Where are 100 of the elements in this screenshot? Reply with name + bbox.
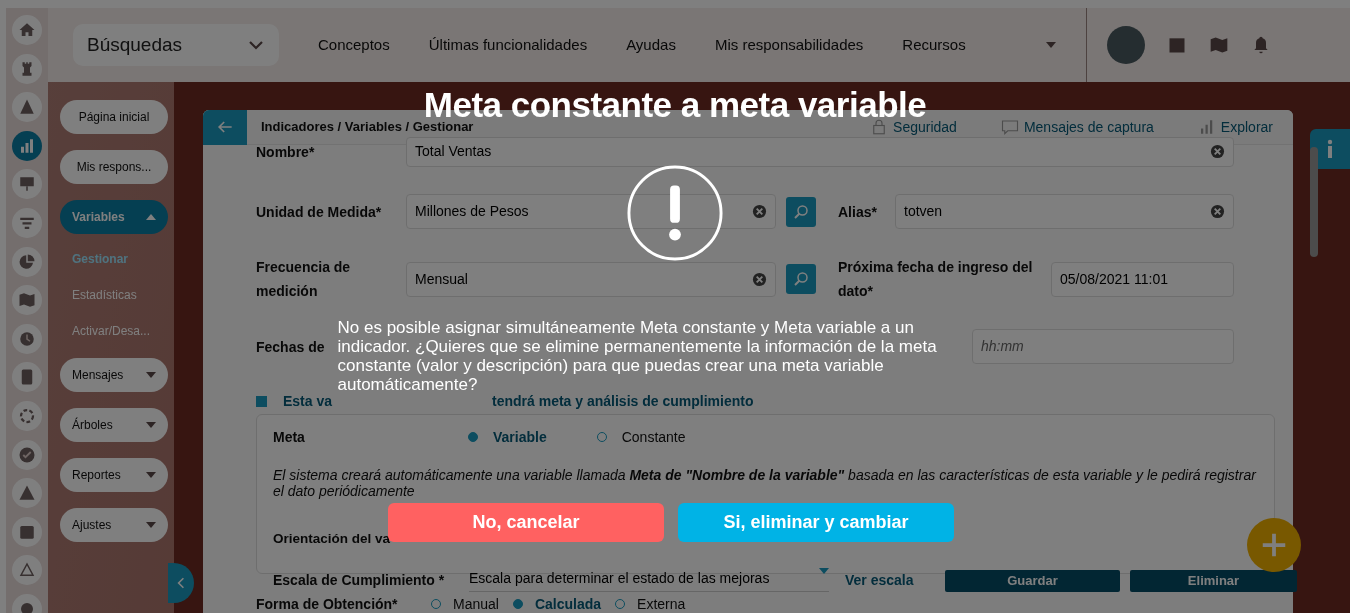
field-label: Próxima fecha de ingreso del dato* [838,259,1033,299]
description-text: El sistema creará automáticamente una variable llamada Meta de "Nombre de la variable" basada en las características de esta variable y le pedirá registrar el dato periódicamente [273,467,1258,499]
submenu-item[interactable]: Activar/Desa... [60,322,151,340]
menu-group[interactable]: Reportes [60,458,168,492]
collapse-button[interactable] [168,563,194,603]
menu-group[interactable]: Mensajes [60,358,168,392]
menu-group[interactable]: Árboles [60,408,168,442]
clear-icon [1210,204,1225,219]
nav-icon-button[interactable] [12,246,42,277]
field-label: Forma de Obtención* [256,596,398,612]
save-button[interactable]: Guardar [945,570,1120,592]
nav-icon-button[interactable] [12,323,42,354]
info-icon [1325,139,1335,159]
message-icon [1000,118,1019,136]
input-field[interactable]: hh:mm [972,329,1234,364]
delete-button[interactable]: Eliminar [1130,570,1297,592]
nav-icon-button[interactable] [12,130,42,161]
clear-icon [752,271,767,287]
house-icon [18,21,36,39]
map-icon[interactable] [1208,35,1229,55]
caret-down-icon [146,422,156,428]
dialog-message: No es posible asignar simultáneamente Meta constante y Meta variable a un indicador. ¿Quieres que se elimine permanentemente la información de la meta constante (valor y descripción) para que puedas crear una meta variable automáticamente? [337,318,938,394]
nav-icon-button[interactable] [12,92,42,123]
field-label: Orientación del va [273,531,391,546]
nav-icon-button[interactable] [12,285,42,316]
checkbox-label: tendrá meta y análisis de cumplimiento [492,392,754,411]
breadcrumb: Indicadores / Variables / Gestionar [261,118,475,137]
radio-label: Constante [621,427,686,447]
radio-label: Calculada [534,594,602,613]
field-label: Fechas de [256,338,325,355]
nav-icon-button[interactable] [12,169,42,200]
pie-chart-icon [18,252,36,271]
submenu-item[interactable]: Estadísticas [60,286,137,304]
map-icon [18,291,36,310]
radio-button[interactable] [468,432,478,442]
input-field[interactable]: 05/08/2021 11:01 [1051,261,1234,297]
menu-item[interactable]: Mis respons... [60,150,168,184]
nav-icon-button[interactable] [12,15,42,45]
check-circle-icon [18,445,36,464]
scrollbar-thumb[interactable] [1310,147,1318,257]
radio-label: Variable [493,427,547,447]
chevron-left-icon [177,576,185,590]
menu-group[interactable]: Variables [60,200,168,234]
nav-link[interactable]: Mis responsabilidades [714,33,864,57]
exclamation-circle-icon [626,164,724,262]
lookup-button[interactable] [786,264,816,294]
nav-icon-button[interactable] [12,555,42,586]
clear-icon [752,204,767,219]
checkbox-label: Esta va [283,392,333,411]
nav-link[interactable]: Ayudas [626,33,676,57]
field-label: Meta [273,429,305,445]
caret-down-icon [146,472,156,478]
caret-down-icon [146,522,156,528]
lookup-button[interactable] [786,196,816,227]
nav-icon-button[interactable] [12,400,42,431]
field-label: Nombre* [256,143,315,160]
warning-icon [18,484,36,503]
confirm-button[interactable]: Si, eliminar y cambiar [678,503,954,542]
input-field[interactable]: Total Ventas [406,136,1234,167]
caret-down-icon [819,568,829,574]
nav-icon-button[interactable] [12,439,42,470]
nav-link[interactable]: Recursos [902,33,966,57]
pyramid-icon [18,98,36,117]
dashed-ring-icon [18,406,36,425]
nav-icon-button[interactable] [12,207,42,238]
input-field[interactable]: Mensual [406,261,776,297]
field-label: Unidad de Medida* [256,203,382,220]
input-field[interactable]: totven [895,194,1234,229]
header-link[interactable]: Seguridad [893,116,957,138]
caret-down-icon [1045,42,1056,48]
radio-button[interactable] [512,599,523,609]
back-button[interactable] [203,109,247,145]
input-field[interactable]: Millones de Pesos [406,194,776,229]
header-link[interactable]: Mensajes de captura [1023,116,1154,138]
nav-link[interactable]: Conceptos [318,33,390,57]
field-label: Escala de Cumplimiento * [273,572,445,588]
checkbox[interactable] [256,396,267,407]
header-link[interactable]: Explorar [1220,116,1273,138]
caret-down-icon [146,372,156,378]
clear-icon [1210,144,1225,159]
field-label: Alias* [838,203,877,220]
nav-icon-button[interactable] [12,362,42,393]
nav-icon-button[interactable] [12,53,42,84]
avatar[interactable] [1106,26,1145,64]
field-label: Frecuencia de medición [256,259,351,299]
cancel-button[interactable]: No, cancelar [388,503,664,542]
radio-label: Manual [453,594,499,613]
search-select[interactable]: Búsquedas [73,24,279,66]
scale-link[interactable]: Ver escala [845,569,914,591]
bar-chart-icon [18,136,36,155]
scale-select[interactable]: Escala para determinar el estado de las mejoras [469,568,829,592]
presentation-board-icon [18,175,36,194]
caret-up-icon [146,214,156,220]
nav-link[interactable]: Últimas funcionalidades [428,33,588,57]
nav-icon-button[interactable] [12,478,42,509]
nav-icon-button[interactable] [12,516,42,547]
clock-icon [18,329,36,348]
menu-group[interactable]: Ajustes [60,508,168,542]
radio-label: Externa [637,594,686,613]
menu-item[interactable]: Página inicial [60,100,168,134]
